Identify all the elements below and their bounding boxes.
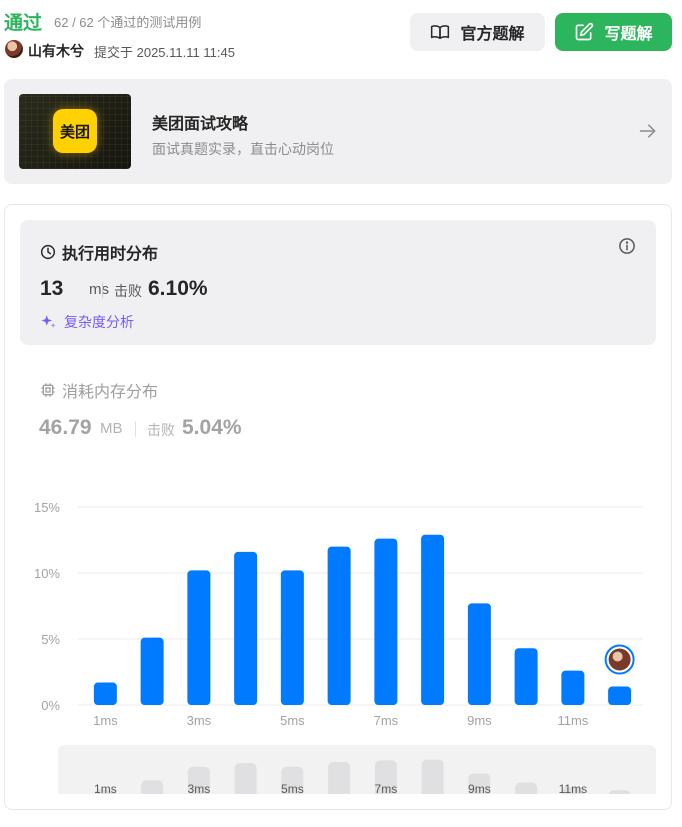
x-tick-label: 11ms xyxy=(557,713,588,728)
bar-5ms xyxy=(280,570,304,705)
bar-3ms xyxy=(187,570,211,705)
mini-x-label: 1ms xyxy=(94,782,117,794)
mini-bar xyxy=(328,762,351,794)
runtime-distribution-chart: 0% 5% 10% 15% 1ms 3ms 5ms 7ms 9ms 11ms xyxy=(34,500,643,728)
chart-range-slider[interactable]: 1ms 3ms 5ms 7ms 9ms 11ms xyxy=(58,745,656,794)
bar-2ms xyxy=(140,637,164,705)
mini-x-label: 3ms xyxy=(188,782,211,794)
bar-12ms xyxy=(608,686,632,705)
bar-10ms xyxy=(514,648,538,705)
x-tick-label: 5ms xyxy=(280,713,305,728)
mini-x-label: 9ms xyxy=(468,782,491,794)
mini-bar xyxy=(608,790,631,794)
bar-9ms xyxy=(467,603,491,705)
mini-overview-chart: 1ms 3ms 5ms 7ms 9ms 11ms xyxy=(94,759,631,794)
mini-x-label: 5ms xyxy=(281,782,304,794)
bar-4ms xyxy=(234,551,258,705)
bar-11ms xyxy=(561,670,585,705)
mini-bar xyxy=(515,782,538,794)
bar-8ms xyxy=(421,534,445,705)
mini-x-label: 7ms xyxy=(375,782,398,794)
bar-6ms xyxy=(327,546,351,705)
mini-bar xyxy=(421,759,444,794)
x-tick-label: 3ms xyxy=(187,713,212,728)
y-tick-label: 0% xyxy=(41,698,60,713)
user-avatar-face xyxy=(612,651,623,662)
y-tick-label: 5% xyxy=(41,632,60,647)
mini-bar xyxy=(234,763,257,794)
mini-x-label: 11ms xyxy=(559,782,587,794)
mini-bar xyxy=(141,780,164,794)
bar-1ms xyxy=(93,682,117,705)
x-tick-label: 7ms xyxy=(374,713,399,728)
y-tick-label: 15% xyxy=(34,500,60,515)
x-tick-label: 9ms xyxy=(467,713,492,728)
bar-7ms xyxy=(374,538,398,705)
y-tick-label: 10% xyxy=(34,566,60,581)
x-tick-label: 1ms xyxy=(93,713,118,728)
